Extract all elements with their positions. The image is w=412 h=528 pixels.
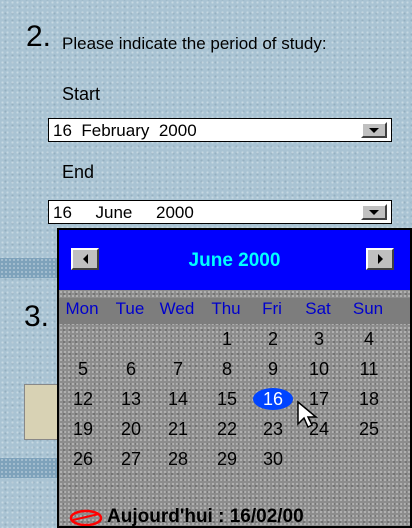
weekday-label-sun: Sun — [352, 299, 384, 318]
end-date-combo[interactable]: 16 June 2000 — [48, 200, 392, 224]
calendar-day[interactable]: 15 — [207, 388, 247, 410]
start-dropdown-button[interactable] — [361, 122, 387, 138]
calendar-day[interactable]: 5 — [63, 358, 103, 380]
calendar-month-title: June 2000 — [188, 250, 281, 271]
start-date-combo[interactable]: 16 February 2000 — [48, 118, 392, 142]
calendar-day[interactable]: 19 — [63, 418, 103, 440]
calendar-day[interactable]: 3 — [299, 328, 339, 350]
calendar-day[interactable]: 1 — [207, 328, 247, 350]
calendar-day[interactable]: 9 — [253, 358, 293, 380]
calendar-day[interactable]: 27 — [111, 448, 151, 470]
calendar-header: June 2000 — [59, 230, 410, 290]
calendar-day[interactable]: 11 — [349, 358, 389, 380]
calendar-day[interactable]: 29 — [207, 448, 247, 470]
next-month-button[interactable] — [366, 248, 394, 270]
today-ring-icon — [69, 509, 103, 526]
calendar-day[interactable]: 25 — [349, 418, 389, 440]
calendar-day[interactable]: 6 — [111, 358, 151, 380]
start-label: Start — [62, 84, 101, 104]
calendar-day[interactable]: 23 — [253, 418, 293, 440]
weekday-label-mon: Mon — [65, 299, 99, 318]
weekday-label-fri: Fri — [262, 299, 282, 318]
question-text: Please indicate the period of study: — [62, 34, 327, 53]
calendar-day[interactable]: 28 — [158, 448, 198, 470]
weekday-header-row: Mon Tue Wed Thu Fri Sat Sun — [59, 298, 410, 324]
weekday-label-sat: Sat — [305, 299, 331, 318]
chevron-down-icon — [369, 127, 379, 133]
calendar-day[interactable]: 14 — [158, 388, 198, 410]
start-date-value: 16 February 2000 — [53, 121, 197, 140]
end-label: End — [62, 162, 95, 182]
end-dropdown-button[interactable] — [361, 204, 387, 220]
calendar-day[interactable]: 26 — [63, 448, 103, 470]
weekday-label-thu: Thu — [211, 299, 241, 318]
next-question-number: 3. — [24, 300, 50, 333]
calendar-day[interactable]: 18 — [349, 388, 389, 410]
mouse-cursor-icon — [297, 400, 319, 429]
weekday-label-tue: Tue — [115, 299, 145, 318]
partial-widget — [24, 384, 60, 440]
chevron-down-icon — [369, 209, 379, 215]
question-number: 2. — [26, 20, 52, 53]
calendar-day[interactable]: 20 — [111, 418, 151, 440]
calendar-day[interactable]: 30 — [253, 448, 293, 470]
calendar-popup: June 2000 Mon Tue Wed Thu Fri Sat Sun 12345678… — [57, 228, 412, 528]
calendar-day[interactable]: 22 — [207, 418, 247, 440]
calendar-day[interactable]: 21 — [158, 418, 198, 440]
end-date-value: 16 June 2000 — [53, 203, 194, 222]
calendar-day[interactable]: 2 — [253, 328, 293, 350]
calendar-day[interactable]: 8 — [207, 358, 247, 380]
calendar-day[interactable]: 12 — [63, 388, 103, 410]
arrow-right-icon — [377, 254, 383, 264]
calendar-day[interactable]: 7 — [158, 358, 198, 380]
calendar-day-selected[interactable]: 16 — [253, 388, 293, 410]
weekday-label-wed: Wed — [159, 299, 195, 318]
calendar-day[interactable]: 4 — [349, 328, 389, 350]
today-link[interactable]: Aujourd'hui : 16/02/00 — [107, 506, 304, 526]
calendar-day[interactable]: 13 — [111, 388, 151, 410]
calendar-day[interactable]: 10 — [299, 358, 339, 380]
